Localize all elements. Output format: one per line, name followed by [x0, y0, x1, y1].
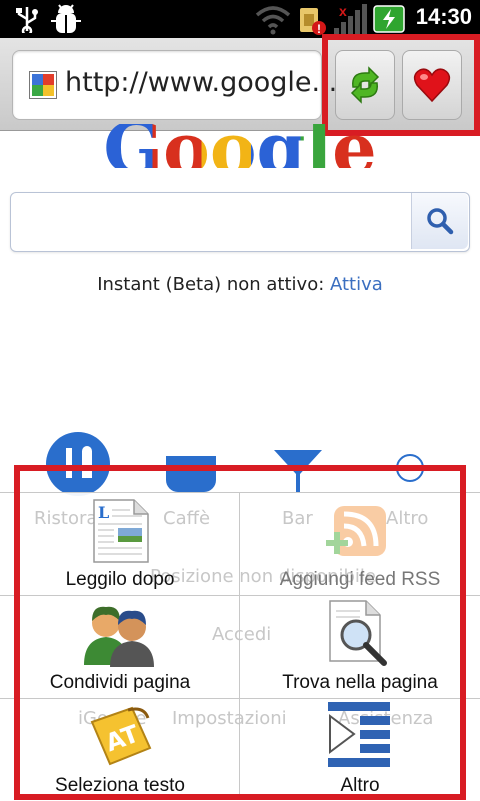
status-time: 14:30: [415, 4, 472, 29]
battery-charging-icon: [373, 5, 405, 33]
wifi-icon: [255, 6, 291, 35]
sim-alert-icon: !: [300, 8, 326, 36]
url-field[interactable]: http://www.google...: [12, 50, 337, 120]
status-bar: ! x 14:30: [0, 0, 480, 38]
search-icon: [427, 208, 454, 235]
usb-icon: [16, 7, 38, 33]
instant-status: Instant (Beta) non attivo: Attiva: [0, 274, 480, 295]
highlight-box-menu: [14, 465, 466, 800]
google-logo: Google: [0, 124, 480, 168]
debug-bug-icon: [51, 4, 81, 33]
url-text: http://www.google...: [65, 67, 338, 98]
instant-activate-link[interactable]: Attiva: [330, 274, 383, 295]
highlight-box-toolbar: [322, 34, 480, 136]
instant-label: Instant (Beta) non attivo:: [97, 274, 330, 295]
favicon-icon: [29, 71, 57, 99]
signal-icon: x: [334, 4, 367, 34]
svg-text:!: !: [317, 22, 321, 36]
search-input[interactable]: [10, 192, 470, 252]
svg-text:x: x: [339, 4, 347, 19]
search-button[interactable]: [411, 193, 468, 249]
